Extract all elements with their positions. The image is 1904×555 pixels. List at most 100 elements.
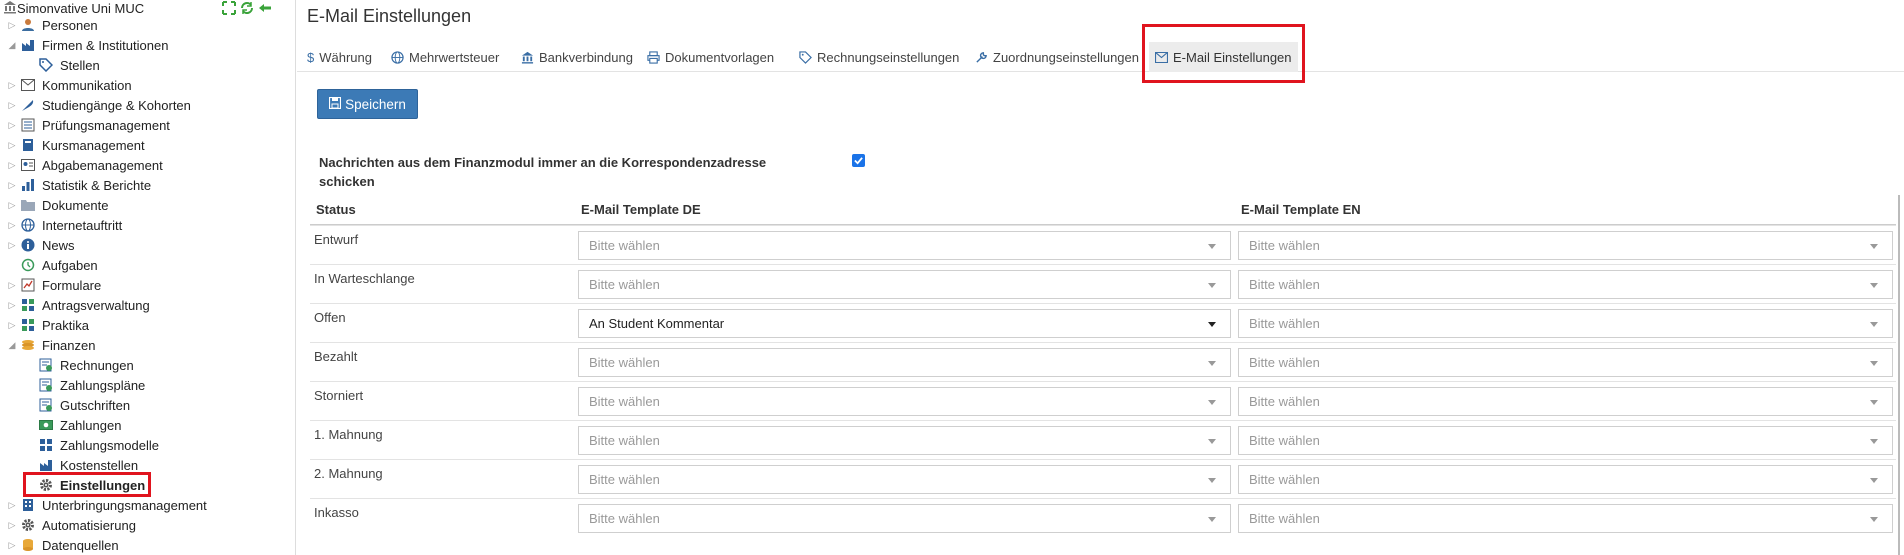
sidebar-item-dokumente[interactable]: ▷ Dokumente bbox=[6, 195, 110, 215]
template-en-select[interactable]: Bitte wählen bbox=[1238, 465, 1893, 494]
sidebar-item-unterbringung[interactable]: ▷ Unterbringungsmanagement bbox=[6, 495, 209, 515]
status-cell: Bezahlt bbox=[314, 349, 358, 364]
dropdown-arrow-icon bbox=[1870, 400, 1878, 405]
tab-label: Dokumentvorlagen bbox=[665, 49, 775, 65]
sidebar-item-datenquellen[interactable]: ▷ Datenquellen bbox=[6, 535, 121, 555]
tab-zuordnungseinstellungen[interactable]: Zuordnungseinstellungen bbox=[969, 42, 1145, 72]
expand-icon[interactable]: ▷ bbox=[6, 235, 18, 255]
sidebar-item-kursmanagement[interactable]: ▷ Kursmanagement bbox=[6, 135, 147, 155]
sidebar-item-label: Rechnungen bbox=[60, 357, 134, 373]
template-en-select[interactable]: Bitte wählen bbox=[1238, 387, 1893, 416]
template-en-select[interactable]: Bitte wählen bbox=[1238, 504, 1893, 533]
expand-icon[interactable]: ▷ bbox=[6, 155, 18, 175]
sidebar-item-automatisierung[interactable]: ▷ Automatisierung bbox=[6, 515, 138, 535]
expand-icon[interactable]: ▷ bbox=[6, 95, 18, 115]
tab-label: Rechnungseinstellungen bbox=[817, 49, 960, 65]
back-arrow-icon[interactable] bbox=[258, 1, 272, 18]
sidebar-item-finanzen[interactable]: ◢ Finanzen bbox=[6, 335, 97, 355]
expand-icon[interactable]: ▷ bbox=[6, 275, 18, 295]
tab-bankverbindung[interactable]: Bankverbindung bbox=[515, 42, 639, 72]
bank-icon bbox=[521, 51, 534, 64]
sidebar-item-pruefungsmanagement[interactable]: ▷ Prüfungsmanagement bbox=[6, 115, 172, 135]
sidebar-item-personen[interactable]: ▷ Personen bbox=[6, 15, 100, 35]
expand-icon[interactable]: ▷ bbox=[6, 115, 18, 135]
template-de-select[interactable]: An Student Kommentar bbox=[578, 309, 1231, 338]
column-header-en: E-Mail Template EN bbox=[1241, 202, 1361, 217]
sidebar-item-zahlungsmodelle[interactable]: Zahlungsmodelle bbox=[24, 435, 161, 455]
sidebar-item-news[interactable]: ▷ News bbox=[6, 235, 77, 255]
sidebar-item-zahlungsplaene[interactable]: Zahlungspläne bbox=[24, 375, 147, 395]
sidebar-item-stellen[interactable]: Stellen bbox=[24, 55, 102, 75]
bar-chart-icon bbox=[20, 177, 36, 193]
sidebar-item-aufgaben[interactable]: Aufgaben bbox=[6, 255, 100, 275]
expand-icon[interactable]: ▷ bbox=[6, 215, 18, 235]
tree-root[interactable]: Simonvative Uni MUC bbox=[0, 0, 144, 16]
expand-icon[interactable]: ▷ bbox=[6, 495, 18, 515]
expand-icon[interactable]: ▷ bbox=[6, 175, 18, 195]
sidebar-item-formulare[interactable]: ▷ Formulare bbox=[6, 275, 103, 295]
factory-icon bbox=[20, 37, 36, 53]
expand-icon[interactable]: ▷ bbox=[6, 75, 18, 95]
sidebar-item-label: Finanzen bbox=[42, 337, 96, 353]
template-de-select[interactable]: Bitte wählen bbox=[578, 231, 1231, 260]
sidebar-item-kommunikation[interactable]: ▷ Kommunikation bbox=[6, 75, 134, 95]
template-de-select[interactable]: Bitte wählen bbox=[578, 387, 1231, 416]
highlight-box bbox=[23, 472, 151, 497]
template-en-select[interactable]: Bitte wählen bbox=[1238, 426, 1893, 455]
expand-icon[interactable]: ▷ bbox=[6, 195, 18, 215]
template-en-select[interactable]: Bitte wählen bbox=[1238, 231, 1893, 260]
expand-icon[interactable]: ▷ bbox=[6, 135, 18, 155]
template-de-select[interactable]: Bitte wählen bbox=[578, 426, 1231, 455]
sidebar-item-zahlungen[interactable]: Zahlungen bbox=[24, 415, 123, 435]
tab-waehrung[interactable]: $ Währung bbox=[301, 42, 378, 72]
sidebar-item-studiengaenge[interactable]: ▷ Studiengänge & Kohorten bbox=[6, 95, 193, 115]
sidebar-item-internetauftritt[interactable]: ▷ Internetauftritt bbox=[6, 215, 124, 235]
dropdown-arrow-icon bbox=[1208, 244, 1216, 249]
tab-label: Mehrwertsteuer bbox=[409, 49, 500, 65]
sidebar-item-firmen[interactable]: ◢ Firmen & Institutionen bbox=[6, 35, 170, 55]
tab-label: Bankverbindung bbox=[539, 49, 633, 65]
expand-icon[interactable]: ▷ bbox=[6, 315, 18, 335]
dollar-icon: $ bbox=[307, 49, 315, 65]
collapse-icon[interactable]: ◢ bbox=[6, 335, 18, 355]
collapse-icon[interactable]: ◢ bbox=[6, 35, 18, 55]
vertical-scrollbar[interactable] bbox=[1898, 195, 1900, 555]
sidebar-item-label: Firmen & Institutionen bbox=[42, 37, 169, 53]
tab-mehrwertsteuer[interactable]: Mehrwertsteuer bbox=[385, 42, 505, 72]
tag-icon bbox=[799, 50, 812, 64]
sidebar-item-antragsverwaltung[interactable]: ▷ Antragsverwaltung bbox=[6, 295, 152, 315]
option-checkbox[interactable] bbox=[852, 154, 865, 167]
save-button[interactable]: Speichern bbox=[317, 89, 418, 119]
expand-icon[interactable]: ▷ bbox=[6, 535, 18, 555]
select-value: Bitte wählen bbox=[1249, 433, 1320, 448]
expand-icon[interactable]: ▷ bbox=[6, 15, 18, 35]
template-de-select[interactable]: Bitte wählen bbox=[578, 504, 1231, 533]
sidebar-item-statistik[interactable]: ▷ Statistik & Berichte bbox=[6, 175, 153, 195]
column-header-de: E-Mail Template DE bbox=[581, 202, 701, 217]
sidebar-item-gutschriften[interactable]: Gutschriften bbox=[24, 395, 132, 415]
dropdown-arrow-icon bbox=[1208, 439, 1216, 444]
sidebar-item-praktika[interactable]: ▷ Praktika bbox=[6, 315, 91, 335]
column-header-status: Status bbox=[316, 202, 356, 217]
sidebar-item-abgabemanagement[interactable]: ▷ Abgabemanagement bbox=[6, 155, 165, 175]
dropdown-arrow-icon bbox=[1208, 517, 1216, 522]
tab-dokumentvorlagen[interactable]: Dokumentvorlagen bbox=[641, 42, 780, 72]
template-de-select[interactable]: Bitte wählen bbox=[578, 348, 1231, 377]
expand-icon[interactable]: ▷ bbox=[6, 515, 18, 535]
expand-all-icon[interactable] bbox=[222, 1, 236, 18]
select-value: Bitte wählen bbox=[1249, 355, 1320, 370]
main-content: E-Mail Einstellungen $ Währung Mehrwerts… bbox=[297, 0, 1904, 555]
tab-label: Währung bbox=[319, 49, 372, 65]
template-de-select[interactable]: Bitte wählen bbox=[578, 465, 1231, 494]
template-en-select[interactable]: Bitte wählen bbox=[1238, 309, 1893, 338]
tab-rechnungseinstellungen[interactable]: Rechnungseinstellungen bbox=[793, 42, 965, 72]
expand-icon[interactable]: ▷ bbox=[6, 295, 18, 315]
sidebar-item-label: Studiengänge & Kohorten bbox=[42, 97, 191, 113]
template-en-select[interactable]: Bitte wählen bbox=[1238, 348, 1893, 377]
template-en-select[interactable]: Bitte wählen bbox=[1238, 270, 1893, 299]
sidebar-item-rechnungen[interactable]: Rechnungen bbox=[24, 355, 136, 375]
refresh-icon[interactable] bbox=[240, 1, 254, 18]
envelope-icon bbox=[20, 77, 36, 93]
template-de-select[interactable]: Bitte wählen bbox=[578, 270, 1231, 299]
